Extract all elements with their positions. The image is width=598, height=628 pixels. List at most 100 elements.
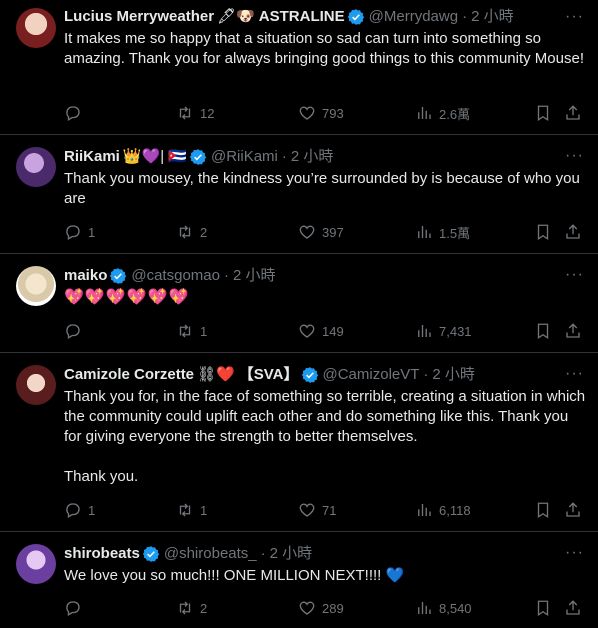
retweet-button[interactable]: 12 xyxy=(176,104,214,122)
views-count: 1.5萬 xyxy=(439,225,471,241)
reply-button[interactable] xyxy=(64,104,88,122)
views-button[interactable]: 1.5萬 xyxy=(415,223,470,242)
author-name[interactable]: Camizole Corzette xyxy=(64,365,194,385)
bookmark-icon xyxy=(537,600,549,617)
views-count: 2.6萬 xyxy=(439,106,471,122)
views-button[interactable]: 7,431 xyxy=(415,322,472,340)
retweet-count: 2 xyxy=(200,224,208,240)
separator-dot: · xyxy=(260,545,266,562)
more-icon[interactable]: ··· xyxy=(565,8,584,26)
like-button[interactable]: 289 xyxy=(298,599,344,617)
bookmark-button[interactable] xyxy=(534,104,552,122)
share-button[interactable] xyxy=(564,104,582,122)
like-button[interactable]: 71 xyxy=(298,501,336,519)
author-emoji: 🖋🐶 xyxy=(217,8,255,25)
tweet-card[interactable]: Lucius Merryweather 🖋🐶 ASTRALINE @Merryd… xyxy=(0,0,598,135)
share-icon xyxy=(566,502,580,517)
like-button[interactable]: 149 xyxy=(298,322,344,340)
bookmark-button[interactable] xyxy=(534,501,552,519)
reply-button[interactable]: 1 xyxy=(64,223,95,241)
tweet-card[interactable]: RiiKami 👑💜| 🇨🇺 @RiiKami · 2 小時 Thank you… xyxy=(0,135,598,254)
more-icon[interactable]: ··· xyxy=(565,266,584,284)
verified-icon xyxy=(189,148,207,166)
reply-button[interactable]: 1 xyxy=(64,501,95,519)
author-handle[interactable]: @RiiKami xyxy=(211,147,278,167)
views-icon xyxy=(418,504,431,516)
retweet-button[interactable]: 2 xyxy=(176,223,207,241)
author-name[interactable]: maiko xyxy=(64,266,107,286)
avatar[interactable] xyxy=(16,8,56,48)
tweet-header: maiko @catsgomao · 2 小時 xyxy=(64,265,586,287)
avatar[interactable] xyxy=(16,365,56,405)
separator-dot: · xyxy=(281,148,287,165)
avatar[interactable] xyxy=(16,266,56,306)
like-count: 793 xyxy=(322,105,344,121)
tweet-time[interactable]: 2 小時 xyxy=(291,147,334,167)
retweet-button[interactable]: 1 xyxy=(176,501,207,519)
like-button[interactable]: 793 xyxy=(298,104,344,122)
reply-icon xyxy=(66,324,80,339)
views-button[interactable]: 6,118 xyxy=(415,501,471,519)
separator-dot: · xyxy=(223,267,229,284)
tweet-header: Camizole Corzette ⛓❤️ 【SVA】 @CamizoleVT … xyxy=(64,364,586,386)
bookmark-icon xyxy=(537,105,549,122)
reply-icon xyxy=(66,225,80,240)
retweet-icon xyxy=(179,225,191,239)
tweet-card[interactable]: shirobeats @shirobeats_ · 2 小時 We love y… xyxy=(0,532,598,628)
more-icon[interactable]: ··· xyxy=(565,147,584,165)
retweet-icon xyxy=(179,601,191,615)
tweet-time[interactable]: 2 小時 xyxy=(471,7,514,27)
reply-button[interactable] xyxy=(64,599,88,617)
avatar[interactable] xyxy=(16,147,56,187)
verified-icon xyxy=(109,267,127,285)
avatar[interactable] xyxy=(16,544,56,584)
tweet-card[interactable]: Camizole Corzette ⛓❤️ 【SVA】 @CamizoleVT … xyxy=(0,353,598,532)
tweet-time[interactable]: 2 小時 xyxy=(233,266,276,286)
bookmark-button[interactable] xyxy=(534,223,552,241)
share-button[interactable] xyxy=(564,599,582,617)
tweet-time[interactable]: 2 小時 xyxy=(270,544,313,564)
like-count: 289 xyxy=(322,600,344,616)
more-icon[interactable]: ··· xyxy=(565,365,584,383)
bookmark-button[interactable] xyxy=(534,322,552,340)
timeline-feed: Lucius Merryweather 🖋🐶 ASTRALINE @Merryd… xyxy=(0,0,598,628)
author-handle[interactable]: @catsgomao xyxy=(131,266,220,286)
retweet-count: 2 xyxy=(200,600,208,616)
views-button[interactable]: 8,540 xyxy=(415,599,472,617)
views-button[interactable]: 2.6萬 xyxy=(415,104,470,123)
retweet-count: 1 xyxy=(200,323,208,339)
bookmark-button[interactable] xyxy=(534,599,552,617)
reply-icon xyxy=(66,106,80,121)
share-icon xyxy=(566,224,580,239)
author-emoji: 👑💜| 🇨🇺 xyxy=(122,148,187,165)
author-handle[interactable]: @shirobeats_ xyxy=(164,544,257,564)
like-icon xyxy=(299,601,315,615)
author-name-suffix: 【SVA】 xyxy=(238,366,299,383)
reply-button[interactable] xyxy=(64,322,88,340)
author-name[interactable]: Lucius Merryweather xyxy=(64,7,214,27)
author-handle[interactable]: @Merrydawg xyxy=(369,7,458,27)
share-icon xyxy=(566,600,580,615)
tweet-card[interactable]: maiko @catsgomao · 2 小時 💖💖💖💖💖💖 ··· 1 149… xyxy=(0,254,598,353)
retweet-button[interactable]: 2 xyxy=(176,599,207,617)
tweet-actions: 1 2 397 1.5萬 xyxy=(64,222,586,242)
share-icon xyxy=(566,323,580,338)
views-icon xyxy=(418,226,431,238)
separator-dot: · xyxy=(462,8,468,25)
separator-dot: · xyxy=(423,366,429,383)
share-button[interactable] xyxy=(564,223,582,241)
tweet-text: Thank you for, in the face of something … xyxy=(64,388,586,485)
more-icon[interactable]: ··· xyxy=(565,544,584,562)
share-button[interactable] xyxy=(564,322,582,340)
author-handle[interactable]: @CamizoleVT xyxy=(323,365,420,385)
like-button[interactable]: 397 xyxy=(298,223,344,241)
verified-icon xyxy=(347,8,365,26)
bookmark-icon xyxy=(537,323,549,340)
share-button[interactable] xyxy=(564,501,582,519)
author-name[interactable]: shirobeats xyxy=(64,544,140,564)
views-count: 6,118 xyxy=(439,502,471,518)
retweet-button[interactable]: 1 xyxy=(176,322,207,340)
author-name-suffix: ASTRALINE xyxy=(258,8,345,25)
tweet-time[interactable]: 2 小時 xyxy=(432,365,475,385)
author-name[interactable]: RiiKami xyxy=(64,147,120,167)
